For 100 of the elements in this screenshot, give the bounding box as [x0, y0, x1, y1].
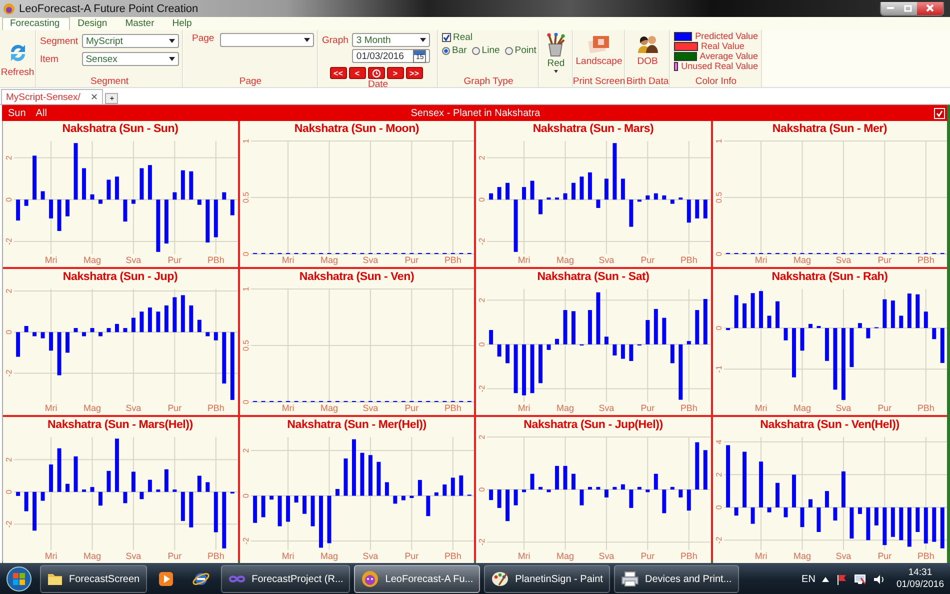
header-link[interactable]: Sun	[8, 108, 26, 118]
axis-tick-label: Sva	[126, 550, 142, 561]
axis-tick-label: Mag	[793, 550, 810, 561]
chart-title: Nakshatra (Sun - Jup(Hel))	[522, 418, 664, 433]
menu-tab[interactable]: Help	[164, 17, 202, 30]
dropdown[interactable]: 3 Month	[352, 33, 430, 47]
checkbox-label: Real	[453, 32, 473, 43]
legend-label: Predicted Value	[695, 31, 758, 41]
axis-tick-label: Mag	[793, 254, 810, 265]
axis-tick-label: Mri	[281, 402, 294, 413]
axis-tick-label: PBh	[444, 402, 461, 413]
chart-title: Nakshatra (Sun - Rah)	[770, 270, 889, 285]
axis-tick-label: PBh	[444, 254, 461, 265]
axis-tick-label: Mri	[754, 550, 767, 561]
axis-tick-label: PBh	[680, 254, 698, 265]
axis-tick-label: Mri	[44, 550, 58, 561]
window-title: LeoForecast-A Future Point Creation	[19, 2, 198, 14]
chart-title: Nakshatra (Sun - Jup)	[62, 270, 179, 285]
taskbar-button[interactable]: ForecastScreen	[40, 565, 147, 593]
axis-tick-label: Pur	[877, 550, 892, 561]
axis-tick-label: Sva	[598, 254, 614, 265]
taskbar-button[interactable]: Devices and Print...	[614, 565, 739, 593]
document-tab[interactable]: MyScript-Sensex/ ✕	[1, 89, 104, 104]
group-caption: Date	[368, 79, 388, 90]
nav-button[interactable]: <	[348, 67, 366, 79]
axis-tick-label: Pur	[168, 402, 182, 413]
axis-tick-label: Mag	[84, 402, 101, 413]
nav-button[interactable]: <<	[330, 67, 347, 79]
chart-title: Nakshatra (Sun - Sun)	[61, 122, 180, 137]
menu-tab[interactable]: Master	[117, 17, 164, 30]
clock-time: 14:31	[908, 567, 932, 579]
axis-tick-label: PBh	[207, 402, 224, 413]
landscape-button[interactable]: Landscape	[576, 35, 622, 76]
header-title: Sensex - Planet in Nakshatra	[410, 108, 542, 118]
field-label: Segment	[40, 36, 78, 46]
menu-tab[interactable]: Design	[70, 17, 118, 30]
axis-tick-label: Mri	[754, 402, 767, 413]
axis-tick-label: PBh	[680, 550, 698, 561]
close-tab-button[interactable]: ✕	[90, 92, 98, 102]
chart-title: Nakshatra (Sun - Ven)	[298, 270, 416, 285]
group-caption: Color Info	[695, 76, 737, 87]
axis-tick-label: PBh	[680, 402, 698, 413]
axis-tick-label: Sva	[362, 550, 378, 561]
axis-tick-label: PBh	[207, 254, 224, 265]
legend-label: Real Value	[701, 41, 744, 51]
axis-tick-label: Sva	[362, 402, 378, 413]
clock-date: 01/09/2016	[896, 579, 944, 591]
axis-tick-label: Pur	[640, 402, 655, 413]
taskbar-button[interactable]: ForecastProject (R...	[220, 565, 350, 593]
axis-tick-label: Mag	[320, 402, 338, 413]
group-caption: Print Screen	[572, 76, 626, 87]
axis-tick-label: PBh	[916, 254, 934, 265]
nav-button[interactable]: >>	[406, 67, 423, 79]
axis-tick-label: Mri	[281, 254, 294, 265]
add-tab-button[interactable]: +	[105, 93, 118, 104]
axis-tick-label: Pur	[877, 402, 892, 413]
axis-tick-label: Sva	[362, 254, 378, 265]
axis-tick-label: Mag	[320, 550, 338, 561]
menu-tab[interactable]: Forecasting	[2, 17, 70, 30]
axis-tick-label: Mri	[44, 402, 58, 413]
chart-title: Nakshatra (Sun - Mars(Hel))	[46, 418, 194, 433]
axis-tick-label: Mri	[754, 254, 767, 265]
axis-tick-label: Mag	[556, 550, 574, 561]
axis-tick-label: Sva	[835, 254, 851, 265]
axis-tick-label: Mri	[281, 550, 294, 561]
axis-tick-label: Pur	[404, 254, 418, 265]
axis-tick-label: Pur	[404, 402, 418, 413]
axis-tick-label: Mag	[320, 254, 338, 265]
axis-tick-label: Sva	[835, 550, 851, 561]
axis-tick-label: Pur	[168, 550, 182, 561]
axis-tick-label: Pur	[640, 254, 655, 265]
dropdown[interactable]: MyScript	[82, 34, 179, 48]
axis-tick-label: Sva	[598, 402, 614, 413]
dob-button[interactable]: DOB	[636, 35, 658, 76]
axis-tick-label: Sva	[598, 550, 614, 561]
radio-label: Bar	[452, 45, 467, 56]
chart-title: Nakshatra (Sun - Sat)	[536, 270, 650, 285]
axis-tick-label: Sva	[835, 402, 851, 413]
group-caption: Page	[239, 76, 262, 87]
field-label: Item	[40, 54, 60, 64]
radio-label: Point	[514, 45, 536, 56]
axis-tick-label: Mri	[518, 254, 530, 265]
nav-button[interactable]: >	[386, 67, 404, 79]
axis-tick-label: Mri	[518, 402, 530, 413]
axis-tick-label: Mri	[518, 550, 530, 561]
axis-tick-label: Pur	[877, 254, 892, 265]
field-label: Page	[192, 33, 214, 46]
axis-tick-label: Pur	[404, 550, 418, 561]
axis-tick-label: PBh	[207, 550, 224, 561]
axis-tick-label: Sva	[126, 402, 142, 413]
axis-tick-label: Mag	[84, 550, 101, 561]
language-indicator[interactable]: EN	[802, 574, 816, 584]
taskbar-button[interactable]: LeoForecast-A Fu...	[354, 565, 480, 593]
chart-title: Nakshatra (Sun - Mer)	[771, 122, 888, 137]
legend-label: Unused Real Value	[681, 61, 758, 71]
dropdown[interactable]: Sensex	[82, 52, 179, 66]
axis-tick-label: Mag	[84, 254, 101, 265]
header-link[interactable]: All	[36, 108, 47, 118]
axis-tick-label: Sva	[126, 254, 142, 265]
taskbar-button[interactable]: PlanetinSign - Paint	[484, 565, 610, 593]
